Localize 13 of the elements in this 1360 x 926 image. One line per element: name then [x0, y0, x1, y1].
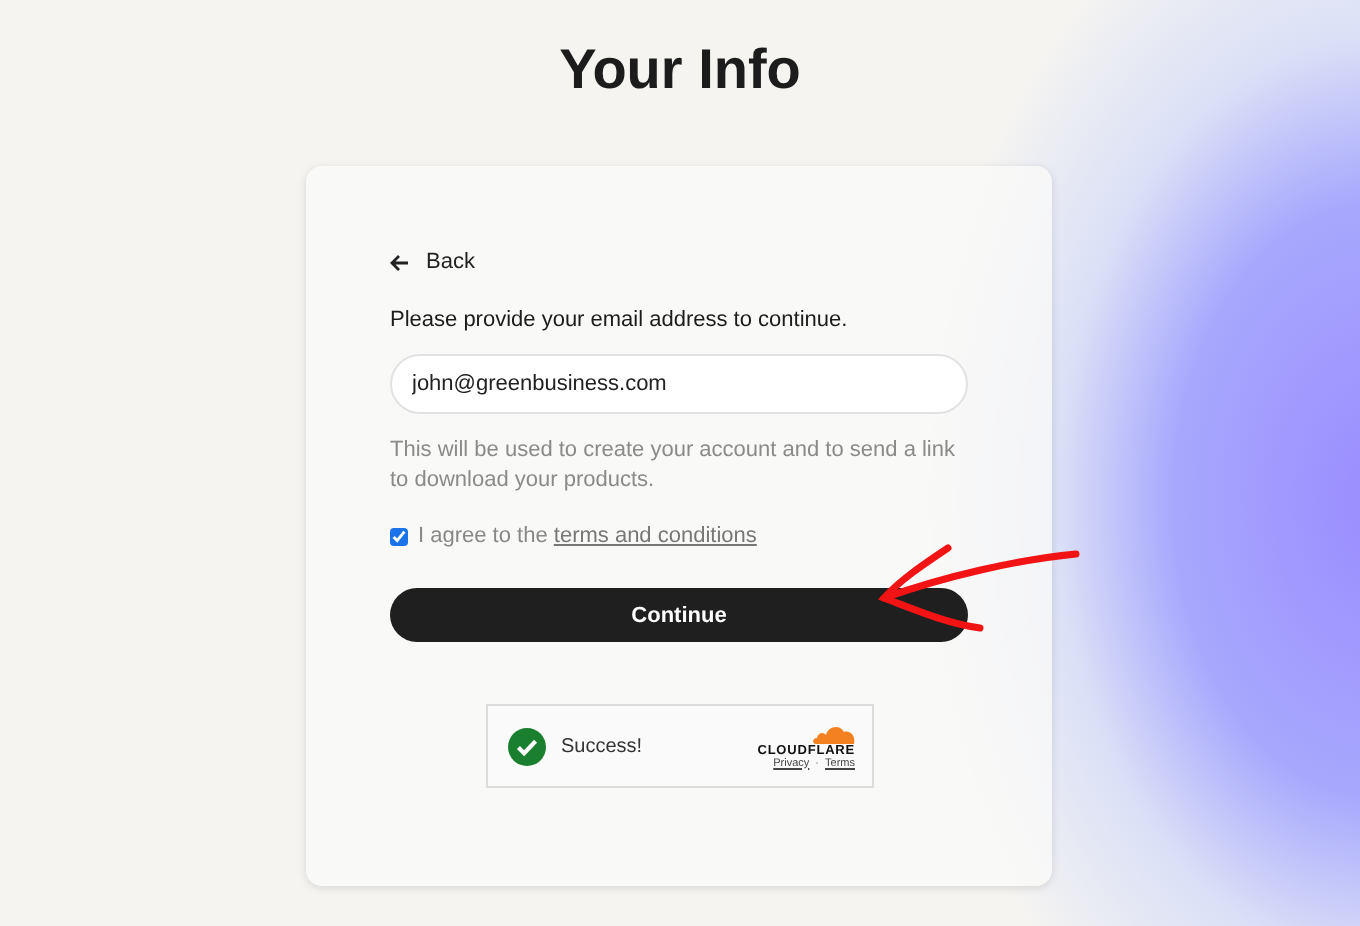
back-arrow-icon: [390, 253, 410, 271]
email-field[interactable]: john@greenbusiness.com: [390, 354, 968, 414]
success-check-icon: [507, 727, 545, 765]
cloud-icon: [811, 723, 855, 743]
captcha-status: Success!: [561, 735, 645, 757]
page-title: Your Info: [557, 36, 803, 104]
terms-link[interactable]: terms and conditions: [553, 524, 757, 548]
agree-checkbox[interactable]: [390, 527, 408, 545]
agree-label: I agree to the terms and conditions: [418, 524, 757, 548]
email-prompt: Please provide your email address to continue.: [390, 308, 850, 332]
continue-button[interactable]: Continue: [390, 588, 968, 642]
helper-text: This will be used to create your account and to send a link to download your products.: [390, 436, 957, 496]
back-button[interactable]: Back: [390, 250, 475, 274]
